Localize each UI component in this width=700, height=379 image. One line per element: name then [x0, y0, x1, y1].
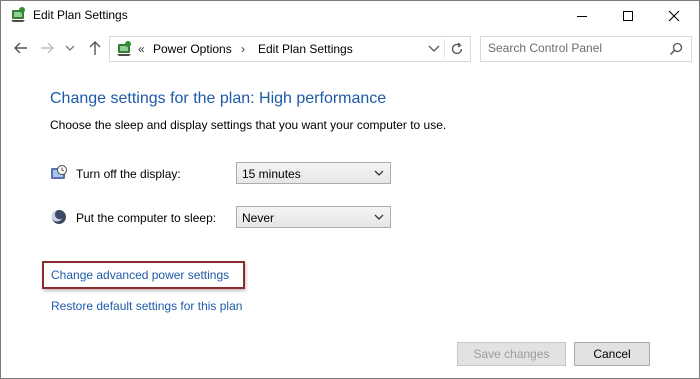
sleep-timeout-label: Put the computer to sleep:: [76, 211, 217, 225]
up-arrow-icon[interactable]: [86, 39, 104, 57]
refresh-icon[interactable]: [449, 41, 465, 57]
display-timeout-value: 15 minutes: [242, 167, 301, 181]
breadcrumb-power-options[interactable]: Power Options: [153, 42, 232, 56]
sleep-timeout-value: Never: [242, 211, 275, 225]
address-bar[interactable]: « Power Options › Edit Plan Settings: [109, 36, 471, 62]
search-box[interactable]: [480, 36, 692, 62]
minimize-icon: [577, 16, 587, 17]
chevron-down-icon: [374, 214, 384, 220]
search-icon[interactable]: [668, 41, 684, 57]
cancel-button[interactable]: Cancel: [574, 342, 650, 366]
close-icon: [668, 10, 680, 22]
restore-default-settings-link[interactable]: Restore default settings for this plan: [51, 299, 242, 313]
sleep-moon-icon: [51, 209, 66, 224]
recent-locations-chevron-down-icon[interactable]: [64, 39, 76, 57]
edit-plan-settings-window: Edit Plan Settings « Power Options › Edi…: [0, 0, 700, 379]
power-options-icon: [11, 7, 25, 22]
address-dropdown-chevron-down-icon[interactable]: [427, 44, 441, 54]
close-button[interactable]: [651, 1, 697, 31]
back-arrow-icon[interactable]: [12, 39, 30, 57]
breadcrumb-arrow[interactable]: ›: [241, 42, 245, 56]
title-bar: Edit Plan Settings: [1, 1, 699, 31]
save-changes-button[interactable]: Save changes: [457, 342, 566, 366]
page-heading: Change settings for the plan: High perfo…: [50, 90, 387, 107]
change-advanced-power-settings-link[interactable]: Change advanced power settings: [51, 268, 229, 282]
maximize-icon: [623, 11, 633, 21]
page-subtitle: Choose the sleep and display settings th…: [50, 118, 447, 132]
breadcrumb-overflow[interactable]: «: [138, 42, 145, 56]
sleep-timeout-select[interactable]: Never: [236, 206, 391, 228]
display-timer-icon: [51, 165, 67, 179]
display-timeout-select[interactable]: 15 minutes: [236, 162, 391, 184]
window-title: Edit Plan Settings: [33, 8, 128, 22]
search-input[interactable]: [488, 40, 658, 56]
maximize-button[interactable]: [605, 1, 651, 31]
navigation-bar: « Power Options › Edit Plan Settings: [1, 33, 699, 63]
control-panel-icon: [117, 41, 131, 56]
minimize-button[interactable]: [559, 1, 605, 31]
forward-arrow-icon[interactable]: [38, 39, 56, 57]
address-divider: [444, 39, 445, 59]
chevron-down-icon: [374, 170, 384, 176]
breadcrumb-edit-plan-settings[interactable]: Edit Plan Settings: [258, 42, 353, 56]
display-timeout-label: Turn off the display:: [76, 167, 181, 181]
